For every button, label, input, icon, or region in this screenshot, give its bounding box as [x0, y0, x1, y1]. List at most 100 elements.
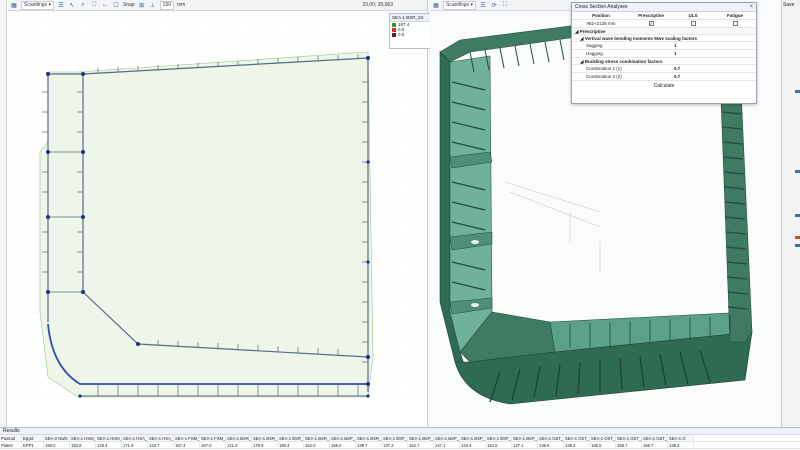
- column-header[interactable]: SEA-1 OST_1S: [642, 435, 668, 441]
- side-shell-right: [719, 66, 753, 343]
- close-icon[interactable]: ×: [749, 3, 753, 12]
- layers-icon[interactable]: ☰: [57, 1, 65, 9]
- measure-icon[interactable]: ↔: [101, 1, 109, 9]
- app-window: ▦ Scantlings ▾ ☰ ↖ ⌕ ⛶ ↔ ☐ Snap ⊞ ⊥ 150 …: [0, 0, 800, 450]
- column-header[interactable]: SEA-1 OST_1S: [564, 435, 590, 441]
- column-header[interactable]: SEA-1 HSA_2: [148, 435, 174, 441]
- column-header[interactable]: SEA-1 BSR_2S: [356, 435, 382, 441]
- grid-view-icon[interactable]: ▦: [432, 1, 440, 9]
- rotate-icon[interactable]: ⟳: [490, 1, 498, 9]
- hull-section-fill: [39, 51, 374, 398]
- table-row[interactable]: Plate0 EPP1 159.0 150.8 129.4 171.6 133.7 167.4…: [0, 442, 800, 449]
- table-cell: 154.5: [486, 442, 512, 448]
- column-header[interactable]: SEA-1 BSR_2P: [278, 435, 304, 441]
- table-cell: 158.7: [616, 442, 642, 448]
- panel-title: Cross Section Analyses ×: [572, 3, 756, 12]
- section-drawing-2d[interactable]: [8, 12, 428, 402]
- stress-legend: SEA-1 BSR_2S 167.4 0.0 0.0: [389, 13, 431, 49]
- column-header[interactable]: SEA-1 BSP_2S: [512, 435, 538, 441]
- toolbar-3d: ▦ Scantlings ▾ ☰ ⟳ ⛶: [430, 0, 570, 11]
- column-header[interactable]: SEA-1 BSP_1S: [330, 435, 356, 441]
- table-cell: 134.4: [460, 442, 486, 448]
- column-header[interactable]: SEA-1 FSM_2: [200, 435, 226, 441]
- table-cell: 136.6: [538, 442, 564, 448]
- param-sagging[interactable]: Sagging 1: [572, 42, 756, 50]
- fit-view-icon[interactable]: ⛶: [501, 1, 509, 9]
- column-header[interactable]: SEA-1 BSP_1P: [382, 435, 408, 441]
- column-header[interactable]: SEA-1 OST_2S: [616, 435, 642, 441]
- grid-spacing-input[interactable]: 150: [159, 0, 175, 10]
- subsection-buckling[interactable]: ◢ Buckling stress combination factors: [572, 58, 756, 65]
- view-select-3d[interactable]: Scantlings ▾: [443, 0, 476, 10]
- tree-marker-icon[interactable]: [795, 244, 800, 247]
- column-header[interactable]: Pastoid: [0, 435, 22, 441]
- table-cell: 139.2: [564, 442, 590, 448]
- ortho-icon[interactable]: ⊥: [149, 1, 157, 9]
- legend-title: SEA-1 BSR_2S: [390, 14, 430, 22]
- results-title: Results: [0, 428, 800, 435]
- table-cell: 150.8: [70, 442, 96, 448]
- column-header: Position: [592, 13, 610, 18]
- column-header: Prescriptive: [638, 13, 664, 18]
- position-value[interactable]: #82+2125 mm: [572, 21, 630, 26]
- cursor-coordinates: 23,00; 20,063: [362, 2, 393, 8]
- left-tool-strip: [0, 0, 7, 427]
- column-header[interactable]: SEA-1 HSM_1: [70, 435, 96, 441]
- cross-section-analyses-panel[interactable]: Cross Section Analyses × Position Prescr…: [571, 2, 757, 104]
- results-table[interactable]: Pastoid Epyid SEA-2 Nwfe SEA-1 HSM_1 SEA-1 H…: [0, 435, 800, 449]
- subsection-wave-bending[interactable]: ◢ Vertical wave bending moments Mwv scal…: [572, 35, 756, 42]
- select-arrow-icon[interactable]: ↖: [68, 1, 76, 9]
- column-header[interactable]: SEA-1 O: [668, 435, 694, 441]
- param-combination-1[interactable]: Combination 1 (1) 0.7: [572, 65, 756, 73]
- grid-snap-icon[interactable]: ⊞: [138, 1, 146, 9]
- column-header[interactable]: SEA-1 FSM_1: [174, 435, 200, 441]
- column-header[interactable]: SEA-1 HSA_1: [122, 435, 148, 441]
- column-header[interactable]: SEA-1 BSP_2P: [434, 435, 460, 441]
- column-header: ULS: [688, 13, 698, 18]
- table-cell: Plate0: [0, 442, 22, 448]
- column-header[interactable]: SEA-1 OST_2P: [590, 435, 616, 441]
- access-hole: [471, 303, 479, 307]
- snap-checkbox-icon[interactable]: ☐: [112, 1, 120, 9]
- column-header[interactable]: SEA-2 Nwfe: [44, 435, 70, 441]
- table-cell: 121.0: [226, 442, 252, 448]
- view-select-2d[interactable]: Scantlings ▾: [21, 0, 54, 10]
- layers-icon[interactable]: ☰: [479, 1, 487, 9]
- pane-2d-section-view[interactable]: ▦ Scantlings ▾ ☰ ↖ ⌕ ⛶ ↔ ☐ Snap ⊞ ⊥ 150 …: [8, 0, 431, 427]
- table-cell: 162.7: [408, 442, 434, 448]
- column-header[interactable]: SEA-1 BSP_2S: [460, 435, 486, 441]
- table-cell: 167.0: [200, 442, 226, 448]
- panel-column-headers: Position Prescriptive ULS Fatigue: [572, 12, 756, 20]
- column-header[interactable]: SEA-1 BSR_1P: [226, 435, 252, 441]
- param-combination-2[interactable]: Combination 2 (2) 0.7: [572, 73, 756, 81]
- fatigue-checkbox[interactable]: [732, 20, 738, 26]
- section-prescriptive[interactable]: ◢ Prescriptive: [572, 28, 756, 35]
- column-header[interactable]: Epyid: [22, 435, 44, 441]
- tree-marker-icon[interactable]: [795, 170, 800, 173]
- fit-view-icon[interactable]: ⛶: [90, 1, 98, 9]
- column-header[interactable]: SEA-1 BSR_1S: [252, 435, 278, 441]
- table-cell: EPP1: [22, 442, 44, 448]
- zoom-icon[interactable]: ⌕: [79, 1, 87, 9]
- warning-marker-icon[interactable]: [795, 236, 800, 239]
- table-cell: 139.7: [356, 442, 382, 448]
- prescriptive-checkbox[interactable]: ✓: [648, 21, 654, 26]
- tree-marker-icon[interactable]: [795, 214, 800, 217]
- uls-checkbox[interactable]: [690, 20, 696, 26]
- grid-view-icon[interactable]: ▦: [10, 1, 18, 9]
- table-cell: 129.4: [96, 442, 122, 448]
- param-hogging[interactable]: Hogging 1: [572, 50, 756, 58]
- construction-guides: [504, 181, 601, 272]
- column-header[interactable]: SEA-1 BSR_2S: [304, 435, 330, 441]
- table-cell: 147.1: [434, 442, 460, 448]
- column-header[interactable]: SEA-1 OST_1P: [538, 435, 564, 441]
- column-header[interactable]: SEA-1 HSM_2: [96, 435, 122, 441]
- column-header[interactable]: SEA-1 BSP_1S: [486, 435, 512, 441]
- tree-marker-icon[interactable]: [795, 90, 800, 93]
- calculate-button[interactable]: Calculate: [572, 81, 756, 91]
- column-header[interactable]: SEA-1 BSP_1S: [408, 435, 434, 441]
- view-select-2d-label: Scantlings: [24, 2, 48, 8]
- table-cell: 171.6: [122, 442, 148, 448]
- grid-unit-label: mm: [177, 2, 186, 8]
- position-row[interactable]: #82+2125 mm ✓: [572, 20, 756, 28]
